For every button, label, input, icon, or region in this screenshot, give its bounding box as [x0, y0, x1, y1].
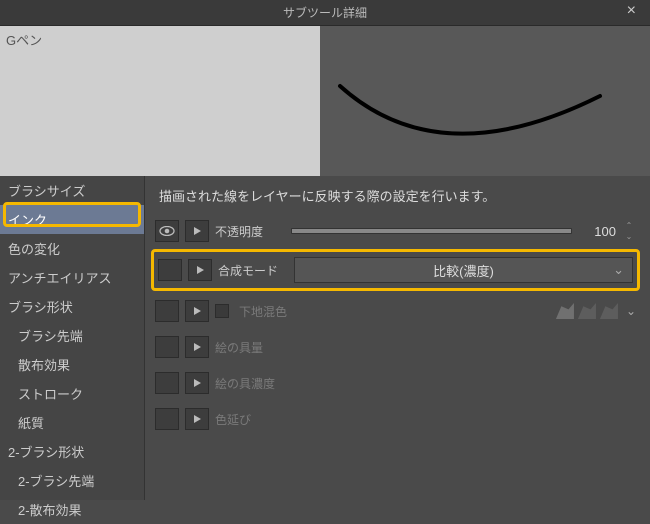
opacity-label: 不透明度	[215, 223, 285, 240]
mix-icon-2[interactable]	[578, 303, 596, 319]
dynamics-icon[interactable]	[185, 372, 209, 394]
sidebar-item-0[interactable]: ブラシサイズ	[0, 176, 144, 205]
eye-icon[interactable]	[155, 220, 179, 242]
opacity-row: 不透明度 100 ⌃ ⌄	[155, 217, 636, 245]
blend-mode-row: 合成モード 比較(濃度) ⌄	[158, 256, 633, 284]
chevron-down-icon[interactable]: ⌄	[626, 304, 636, 318]
sidebar-item-8[interactable]: 紙質	[0, 408, 144, 437]
highlight-blend-annotation: 合成モード 比較(濃度) ⌄	[151, 249, 640, 291]
underlying-checkbox[interactable]	[215, 304, 229, 318]
stroke-curve-icon	[320, 26, 650, 176]
sidebar-item-3[interactable]: アンチエイリアス	[0, 263, 144, 292]
titlebar: サブツール詳細 ×	[0, 0, 650, 26]
paint-density-label: 絵の具濃度	[215, 375, 285, 392]
opacity-value: 100	[578, 224, 616, 239]
underlying-label: 下地混色	[239, 303, 287, 320]
color-spread-label: 色延び	[215, 411, 285, 428]
sidebar-item-4[interactable]: ブラシ形状	[0, 292, 144, 321]
close-icon[interactable]: ×	[621, 2, 642, 20]
toggle-box[interactable]	[155, 336, 179, 358]
sidebar-item-5[interactable]: ブラシ先端	[0, 321, 144, 350]
toggle-box[interactable]	[155, 372, 179, 394]
sidebar-item-9[interactable]: 2-ブラシ形状	[0, 437, 144, 466]
toggle-box[interactable]	[158, 259, 182, 281]
spinner-down-icon[interactable]: ⌄	[622, 232, 636, 242]
blend-mode-label: 合成モード	[218, 262, 288, 279]
paint-density-row: 絵の具濃度	[155, 369, 636, 397]
brush-preview: Gペン	[0, 26, 650, 176]
preview-light-bg: Gペン	[0, 26, 320, 176]
paint-amount-row: 絵の具量	[155, 333, 636, 361]
preview-dark-bg	[320, 26, 650, 176]
dynamics-icon[interactable]	[188, 259, 212, 281]
opacity-spinner[interactable]: ⌃ ⌄	[622, 221, 636, 242]
sidebar-item-2[interactable]: 色の変化	[0, 234, 144, 263]
mix-mode-icons: ⌄	[556, 303, 636, 319]
sidebar-item-6[interactable]: 散布効果	[0, 350, 144, 379]
mix-icon-3[interactable]	[600, 303, 618, 319]
blend-mode-dropdown[interactable]: 比較(濃度) ⌄	[294, 257, 633, 283]
sidebar-item-1[interactable]: インク	[0, 205, 144, 234]
chevron-down-icon: ⌄	[613, 262, 624, 278]
dynamics-icon[interactable]	[185, 220, 209, 242]
blend-mode-value: 比較(濃度)	[433, 261, 494, 280]
toggle-box[interactable]	[155, 408, 179, 430]
tool-name: Gペン	[6, 30, 42, 49]
dynamics-icon[interactable]	[185, 408, 209, 430]
underlying-mix-row: 下地混色 ⌄	[155, 297, 636, 325]
color-spread-row: 色延び	[155, 405, 636, 433]
properties-panel: 描画された線をレイヤーに反映する際の設定を行います。 不透明度 100 ⌃ ⌄	[145, 176, 650, 500]
sidebar-item-7[interactable]: ストローク	[0, 379, 144, 408]
category-description: 描画された線をレイヤーに反映する際の設定を行います。	[155, 186, 636, 205]
opacity-slider[interactable]	[291, 221, 572, 241]
sidebar-item-10[interactable]: 2-ブラシ先端	[0, 466, 144, 495]
category-sidebar: ブラシサイズインク色の変化アンチエイリアスブラシ形状ブラシ先端散布効果ストローク…	[0, 176, 145, 500]
mix-icon-1[interactable]	[556, 303, 574, 319]
dynamics-icon[interactable]	[185, 336, 209, 358]
dynamics-icon[interactable]	[185, 300, 209, 322]
paint-amount-label: 絵の具量	[215, 339, 285, 356]
window-title: サブツール詳細	[283, 4, 367, 21]
toggle-box[interactable]	[155, 300, 179, 322]
sidebar-item-11[interactable]: 2-散布効果	[0, 495, 144, 524]
spinner-up-icon[interactable]: ⌃	[622, 221, 636, 231]
